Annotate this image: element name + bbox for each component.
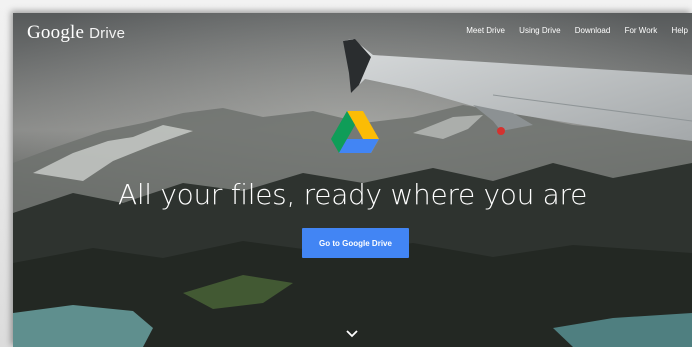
logo-google-text: Google	[27, 22, 85, 43]
top-nav: Meet Drive Using Drive Download For Work…	[466, 26, 692, 35]
nav-using-drive[interactable]: Using Drive	[519, 26, 560, 35]
browser-frame: Google Drive Meet Drive Using Drive Downl…	[0, 0, 692, 347]
site-header: Google Drive Meet Drive Using Drive Downl…	[13, 13, 692, 51]
google-drive-logo[interactable]: Google Drive	[27, 22, 125, 44]
logo-drive-text: Drive	[89, 25, 126, 42]
hero-headline: All your files, ready where you are	[117, 178, 588, 211]
drive-landing-page: Google Drive Meet Drive Using Drive Downl…	[13, 13, 692, 347]
nav-for-work[interactable]: For Work	[625, 26, 658, 35]
nav-download[interactable]: Download	[575, 26, 611, 35]
nav-meet-drive[interactable]: Meet Drive	[466, 26, 505, 35]
go-to-drive-button[interactable]: Go to Google Drive	[302, 228, 409, 258]
nav-help[interactable]: Help	[672, 26, 688, 35]
google-drive-icon	[331, 111, 379, 153]
chevron-down-icon[interactable]	[346, 329, 358, 339]
